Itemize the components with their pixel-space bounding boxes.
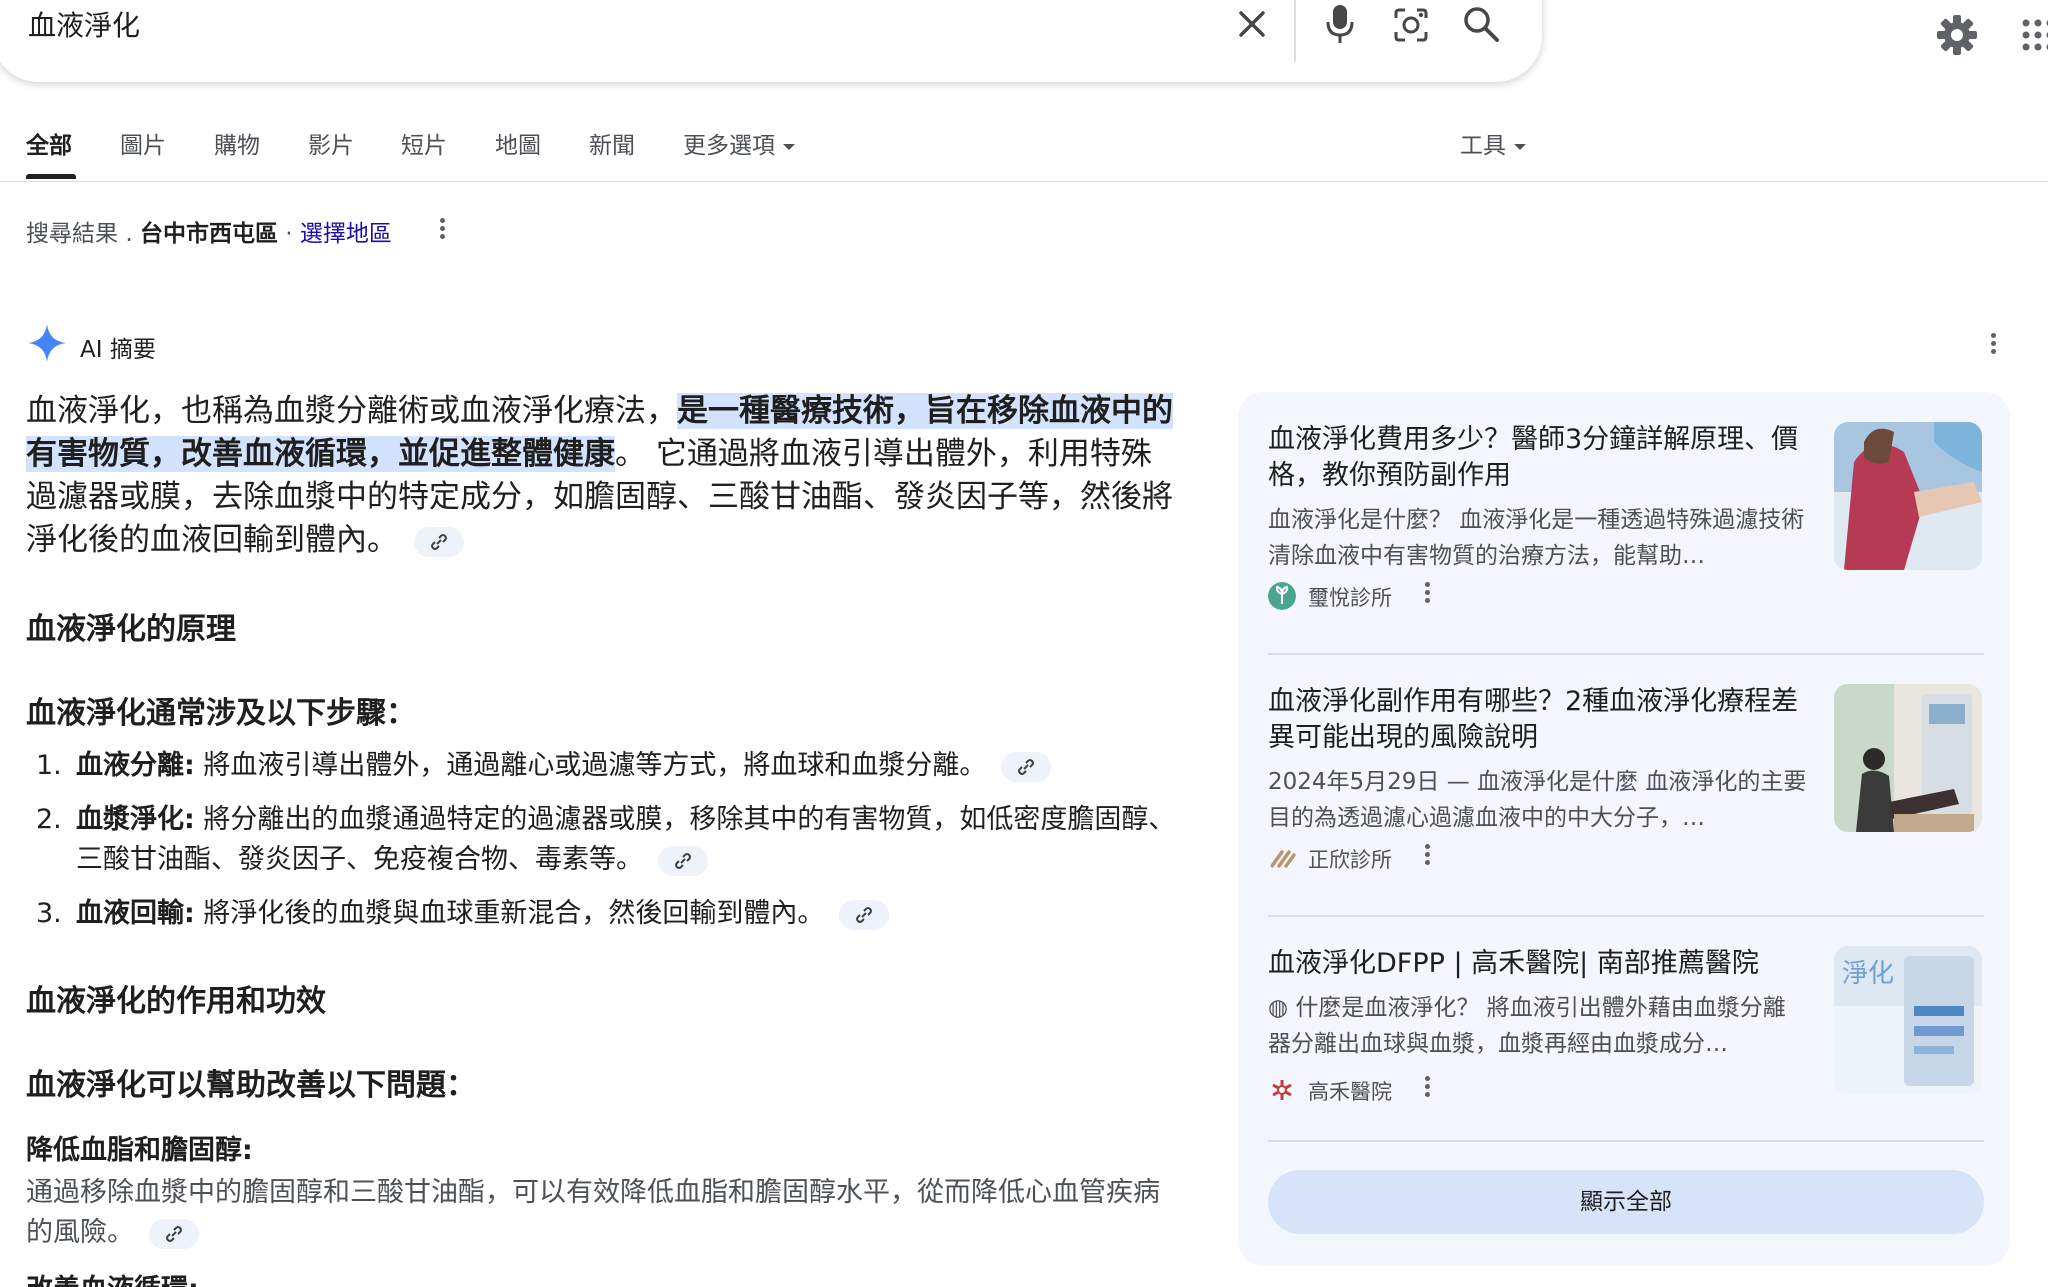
show-all-button[interactable]: 顯示全部: [1268, 1170, 1984, 1234]
tools-button[interactable]: 工具: [1460, 126, 1526, 160]
step-number: 1.: [36, 750, 62, 781]
benefit-text: 通過移除血漿中的膽固醇和三酸甘油酯，可以有效降低血脂和膽固醇水平，從而降低心血管…: [26, 1173, 1176, 1253]
citation-link-chip[interactable]: [657, 845, 708, 876]
benefit-title: 降低血脂和膽固醇:: [26, 1135, 253, 1166]
card-divider: [1268, 653, 1984, 655]
tools-label: 工具: [1460, 133, 1506, 159]
source-site: 高禾醫院: [1268, 1074, 1488, 1104]
list-item: 2. 血漿淨化: 將分離出的血漿通過特定的過濾器或膜，移除其中的有害物質，如低密…: [26, 800, 1176, 880]
steps-list: 1. 血液分離: 將血液引導出體外，通過離心或過濾等方式，將血球和血漿分離。 2…: [26, 746, 1176, 934]
step-number: 3.: [36, 898, 62, 929]
search-divider: [1294, 0, 1296, 62]
more-options-icon[interactable]: [439, 217, 446, 241]
section-effects-heading: 血液淨化的作用和功效: [26, 984, 326, 1019]
location-prefix: 搜尋結果: [26, 221, 118, 247]
tab-shorts[interactable]: 短片: [401, 126, 447, 160]
card-divider: [1268, 1140, 1984, 1142]
source-card[interactable]: 血液淨化副作用有哪些？2種血液淨化療程差異可能出現的風險說明 2024年5月29…: [1268, 684, 1984, 884]
source-more-icon[interactable]: [1424, 581, 1430, 605]
ai-overview-title: AI 摘要: [80, 337, 156, 363]
intro-text-a: 血液淨化，也稱為血漿分離術或血液淨化療法，: [26, 393, 677, 429]
source-title[interactable]: 血液淨化費用多少？醫師3分鐘詳解原理、價格，教你預防副作用: [1268, 422, 1808, 494]
source-title[interactable]: 血液淨化副作用有哪些？2種血液淨化療程差異可能出現的風險說明: [1268, 684, 1808, 756]
link-icon: [674, 852, 691, 869]
step-term: 血漿淨化:: [76, 804, 195, 835]
tab-videos[interactable]: 影片: [308, 126, 354, 160]
tab-maps[interactable]: 地圖: [495, 126, 541, 160]
search-icon[interactable]: [1460, 3, 1502, 45]
tab-news[interactable]: 新聞: [589, 126, 635, 160]
apps-grid-icon[interactable]: [2018, 16, 2048, 56]
step-text: 將淨化後的血漿與血球重新混合，然後回輸到體內。: [194, 898, 825, 929]
step-text: 將分離出的血漿通過特定的過濾器或膜，移除其中的有害物質，如低密度膽固醇、三酸甘油…: [76, 804, 1176, 875]
tab-more-label: 更多選項: [683, 133, 775, 159]
source-thumbnail[interactable]: [1834, 422, 1982, 570]
list-item: 3. 血液回輸: 將淨化後的血漿與血球重新混合，然後回輸到體內。: [26, 894, 1176, 934]
gear-icon[interactable]: [1934, 12, 1980, 58]
location-dot: ·: [285, 221, 293, 247]
source-thumbnail[interactable]: 淨化: [1834, 946, 1982, 1094]
ai-intro-paragraph: 血液淨化，也稱為血漿分離術或血液淨化療法，是一種醫療技術，旨在移除血液中的有害物…: [26, 390, 1176, 562]
choose-region-link[interactable]: 選擇地區: [300, 221, 392, 247]
slash-logo-icon: [1270, 850, 1296, 868]
step-number: 2.: [36, 804, 62, 835]
location-line: 搜尋結果 . 台中市西屯區 · 選擇地區: [26, 214, 446, 248]
link-icon: [165, 1225, 182, 1242]
citation-link-chip[interactable]: [839, 899, 889, 930]
section-principle-heading: 血液淨化的原理: [26, 612, 236, 647]
source-snippet: ◍ 什麼是血液淨化？ 將血液引出體外藉由血漿分離器分離出血球與血漿，血漿再經由血…: [1268, 995, 1786, 1057]
card-divider: [1268, 915, 1984, 917]
link-icon: [856, 906, 872, 923]
camera-lens-icon[interactable]: [1390, 4, 1432, 46]
section-effects-sub: 血液淨化可以幫助改善以下問題：: [26, 1068, 476, 1103]
chevron-down-icon: [1514, 143, 1526, 150]
source-name: 正欣診所: [1308, 848, 1392, 872]
source-site: 正欣診所: [1268, 842, 1488, 872]
search-tabs: 全部 圖片 購物 影片 短片 地圖 新聞 更多選項 工具: [0, 118, 2048, 182]
tab-shopping[interactable]: 購物: [214, 126, 260, 160]
source-snippet: 2024年5月29日 — 血液淨化是什麼 血液淨化的主要目的為透過濾心過濾血液中…: [1268, 769, 1807, 831]
step-term: 血液回輸:: [76, 898, 195, 929]
citation-link-chip[interactable]: [1001, 751, 1051, 782]
leaf-logo-icon: [1268, 582, 1296, 610]
location-sep: .: [125, 221, 133, 247]
link-icon: [430, 533, 447, 550]
location-place: 台中市西屯區: [139, 221, 278, 247]
citation-link-chip[interactable]: [148, 1218, 199, 1249]
source-more-icon[interactable]: [1424, 843, 1430, 867]
source-card[interactable]: 血液淨化費用多少？醫師3分鐘詳解原理、價格，教你預防副作用 血液淨化是什麼？ 血…: [1268, 422, 1984, 622]
search-input[interactable]: 血液淨化: [28, 4, 140, 44]
close-icon[interactable]: [1232, 4, 1272, 44]
chevron-down-icon: [783, 143, 795, 150]
active-tab-indicator: [26, 174, 76, 179]
source-name: 璽悅診所: [1308, 586, 1392, 610]
benefit-title: 改善血液循環:: [26, 1267, 1176, 1287]
sources-panel: 血液淨化費用多少？醫師3分鐘詳解原理、價格，教你預防副作用 血液淨化是什麼？ 血…: [1238, 392, 2010, 1266]
citation-link-chip[interactable]: [413, 526, 464, 557]
ai-overview-body: 血液淨化，也稱為血漿分離術或血液淨化療法，是一種醫療技術，旨在移除血液中的有害物…: [26, 390, 1176, 1287]
step-term: 血液分離:: [76, 750, 195, 781]
tab-all[interactable]: 全部: [26, 126, 72, 160]
step-text: 將血液引導出體外，通過離心或過濾等方式，將血球和血漿分離。: [194, 750, 987, 781]
section-principle-sub: 血液淨化通常涉及以下步驟：: [26, 696, 416, 731]
source-site: 璽悅診所: [1268, 580, 1488, 610]
source-title[interactable]: 血液淨化DFPP | 高禾醫院| 南部推薦醫院: [1268, 946, 1808, 982]
tab-images[interactable]: 圖片: [120, 126, 166, 160]
ai-more-options-icon[interactable]: [1990, 332, 1996, 356]
sparkle-icon: [28, 324, 66, 362]
microphone-icon[interactable]: [1320, 2, 1360, 46]
source-more-icon[interactable]: [1424, 1075, 1430, 1099]
tab-more[interactable]: 更多選項: [683, 126, 795, 160]
hospital-logo-icon: [1272, 1080, 1292, 1100]
thumb-text: 淨化: [1842, 959, 1894, 989]
source-card[interactable]: 血液淨化DFPP | 高禾醫院| 南部推薦醫院 ◍ 什麼是血液淨化？ 將血液引出…: [1268, 946, 1984, 1146]
source-name: 高禾醫院: [1308, 1080, 1392, 1104]
source-thumbnail[interactable]: [1834, 684, 1982, 832]
source-snippet: 血液淨化是什麼？ 血液淨化是一種透過特殊過濾技術清除血液中有害物質的治療方法，能…: [1268, 507, 1805, 569]
search-bar[interactable]: 血液淨化: [0, 0, 1542, 82]
list-item: 1. 血液分離: 將血液引導出體外，通過離心或過濾等方式，將血球和血漿分離。: [26, 746, 1176, 786]
link-icon: [1018, 758, 1034, 775]
